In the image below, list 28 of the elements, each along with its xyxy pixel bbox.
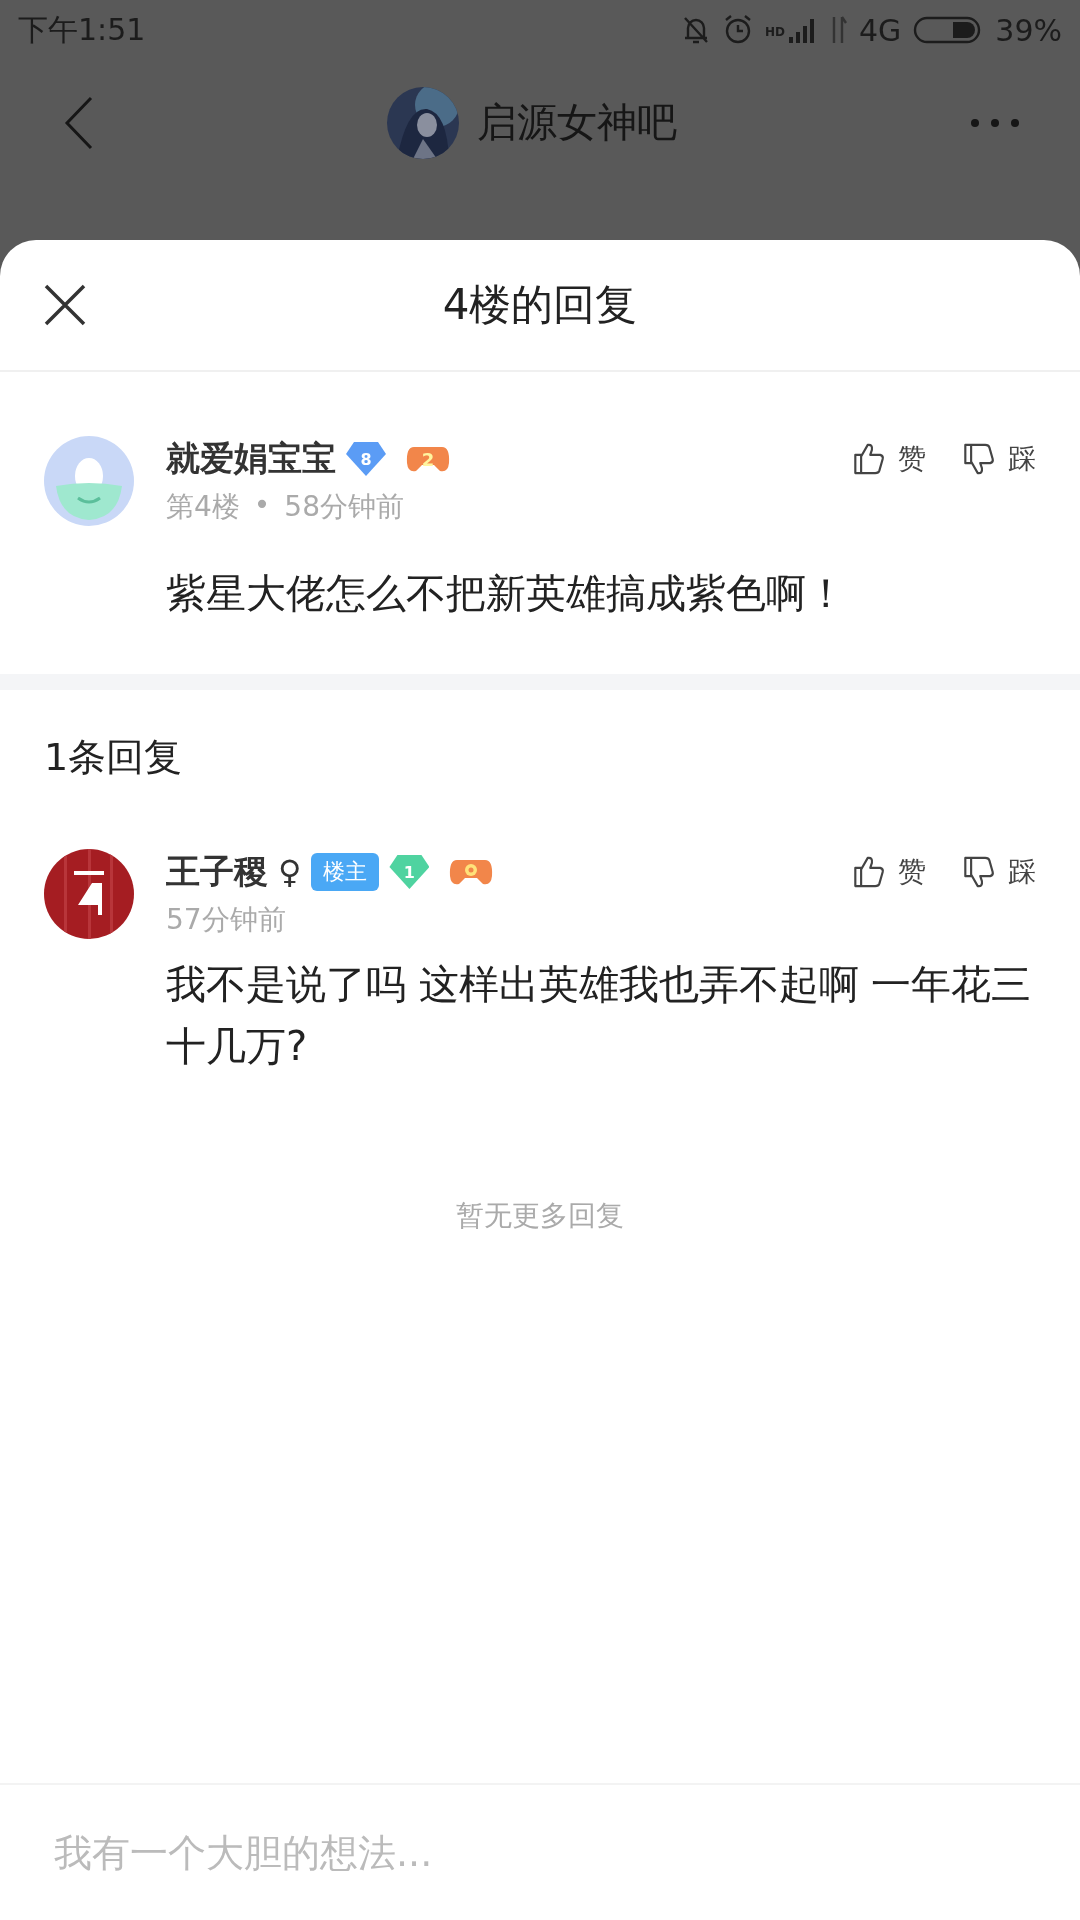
reply-count: 1条回复 xyxy=(43,734,184,781)
like-button[interactable]: 赞 xyxy=(852,851,926,893)
owner-badge: 楼主 xyxy=(311,853,380,891)
gender-symbol: ♀ xyxy=(278,853,302,891)
like-button[interactable]: 赞 xyxy=(852,438,926,480)
post-time: 57分钟前 xyxy=(166,902,286,938)
end-note: 暂无更多回复 xyxy=(455,1198,625,1234)
status-time: 下午1:51 xyxy=(18,10,146,49)
forum-title: 启源女神吧 xyxy=(477,98,677,147)
close-icon[interactable] xyxy=(44,284,86,326)
network-label: 4G xyxy=(858,12,902,48)
dislike-button[interactable]: 踩 xyxy=(962,438,1036,480)
more-icon[interactable] xyxy=(970,117,1020,128)
level-badge: 8 xyxy=(346,442,386,476)
post-time: 58分钟前 xyxy=(284,489,404,525)
comment-text: 紫星大佬怎么不把新英雄搞成紫色啊！ xyxy=(166,569,847,618)
comment-text: 我不是说了吗 这样出英雄我也弄不起啊 一年花三十几万? xyxy=(166,960,1033,1071)
hd-label: HD xyxy=(764,24,785,39)
level-badge: 1 xyxy=(389,855,430,889)
sheet-title: 4楼的回复 xyxy=(442,279,638,331)
user-name[interactable]: 王子稷 xyxy=(166,849,268,895)
comment-input-field[interactable]: 我有一个大胆的想法... xyxy=(52,1829,1028,1876)
dislike-button[interactable]: 踩 xyxy=(962,851,1036,893)
back-icon[interactable] xyxy=(64,95,94,150)
floor-label: 第4楼 xyxy=(166,489,240,525)
user-name[interactable]: 就爱娟宝宝 xyxy=(166,436,336,482)
separator-dot: • xyxy=(253,488,271,523)
battery-percent: 39% xyxy=(995,12,1062,48)
